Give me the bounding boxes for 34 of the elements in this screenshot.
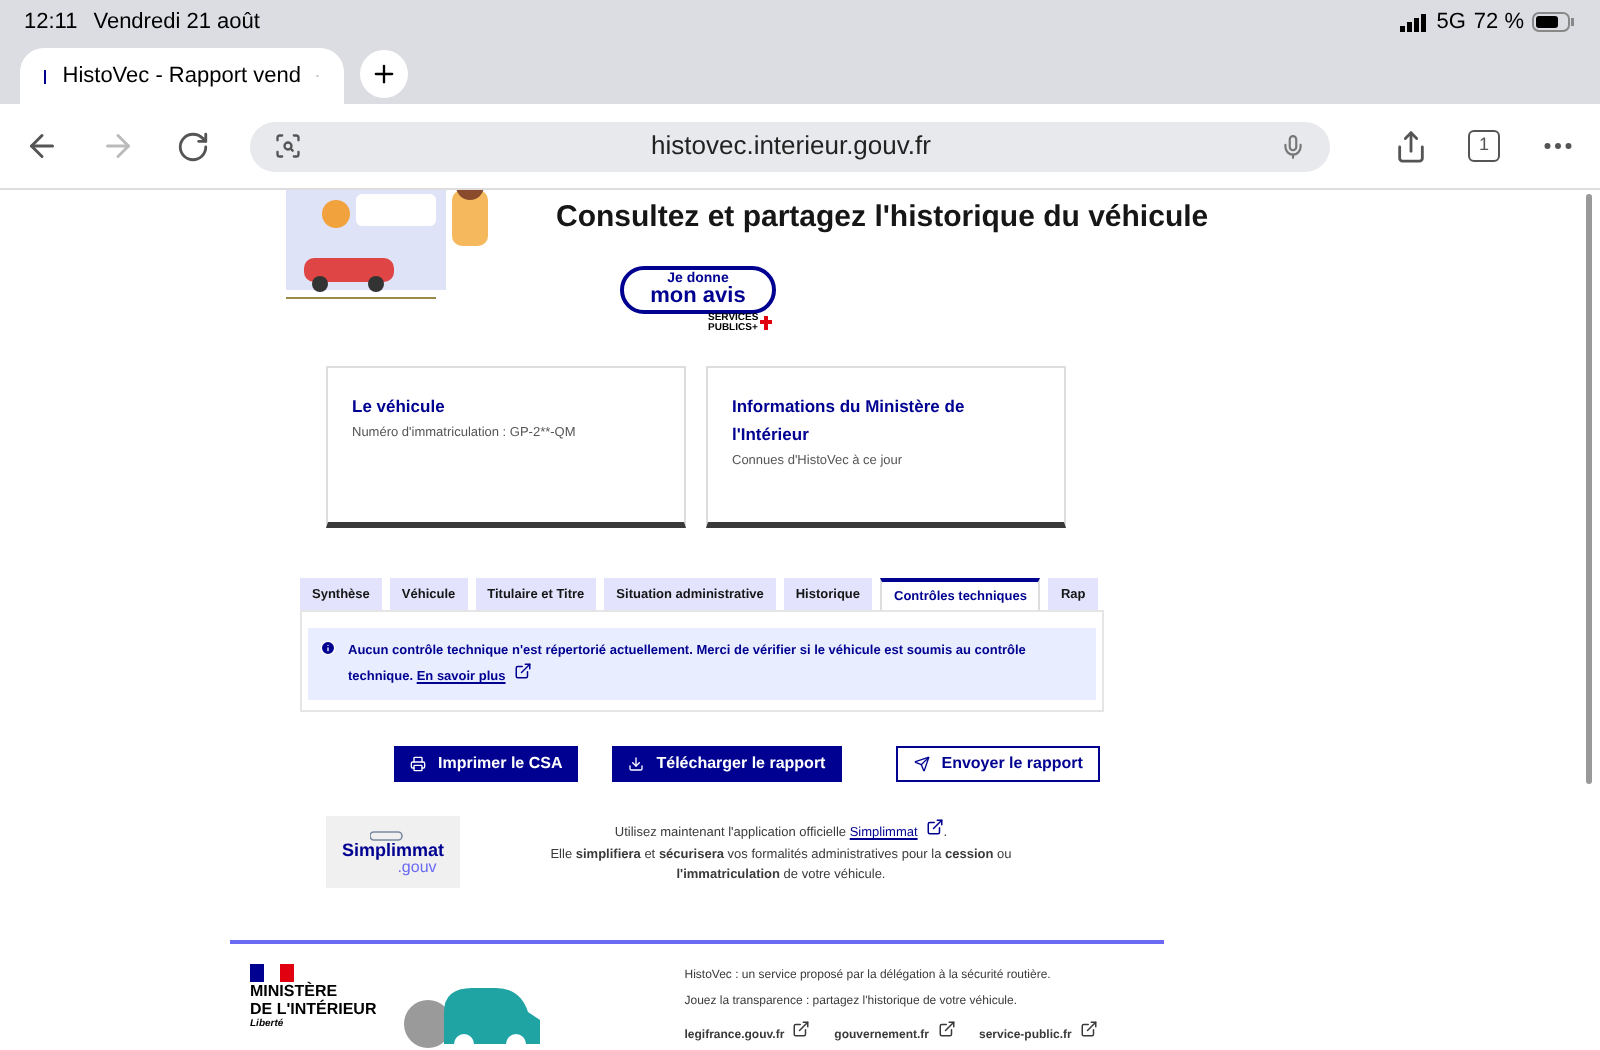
- reload-icon[interactable]: [176, 129, 210, 163]
- mic-icon[interactable]: [1280, 133, 1306, 159]
- external-link-icon: [925, 818, 944, 836]
- address-bar[interactable]: histovec.interieur.gouv.fr: [250, 121, 1330, 171]
- action-button[interactable]: Télécharger le rapport: [612, 746, 842, 782]
- external-link-icon: [937, 1020, 955, 1038]
- tab-count[interactable]: 1: [1468, 130, 1500, 162]
- battery-icon: [1532, 12, 1576, 32]
- status-time: 12:11: [24, 7, 78, 38]
- simplimmat-logo: Simplimmat .gouv: [326, 816, 460, 888]
- share-icon[interactable]: [1394, 129, 1428, 163]
- network-label: 5G: [1436, 7, 1466, 38]
- download-icon: [628, 756, 645, 772]
- action-button[interactable]: Envoyer le rapport: [895, 746, 1101, 782]
- battery-level: 72 %: [1473, 7, 1524, 38]
- browser-tab[interactable]: HistoVec - Rapport vend: [20, 48, 344, 104]
- signal-icon: [1400, 13, 1429, 31]
- printer-icon: [410, 756, 426, 772]
- external-link-icon: [1079, 1020, 1098, 1038]
- lens-icon[interactable]: [274, 132, 302, 160]
- external-link-icon: [513, 662, 532, 681]
- page-title: Consultez et partagez l'historique du véhicule: [556, 198, 1209, 238]
- card-title: Informations du Ministère de l'Intérieur: [732, 394, 967, 449]
- plus-icon: [370, 60, 398, 88]
- back-icon[interactable]: [24, 128, 60, 164]
- brand-logo-icon: [760, 316, 773, 330]
- send-icon: [913, 756, 930, 772]
- card-title: Le véhicule: [352, 394, 447, 421]
- ministry-name: MINISTÈRE DE L'INTÉRIEUR: [250, 982, 377, 1018]
- action-button[interactable]: Imprimer le CSA: [394, 746, 579, 782]
- external-link-icon: [792, 1020, 811, 1038]
- status-date: Vendredi 21 août: [93, 7, 260, 38]
- new-tab-button[interactable]: [360, 50, 408, 98]
- info-icon: [320, 640, 336, 657]
